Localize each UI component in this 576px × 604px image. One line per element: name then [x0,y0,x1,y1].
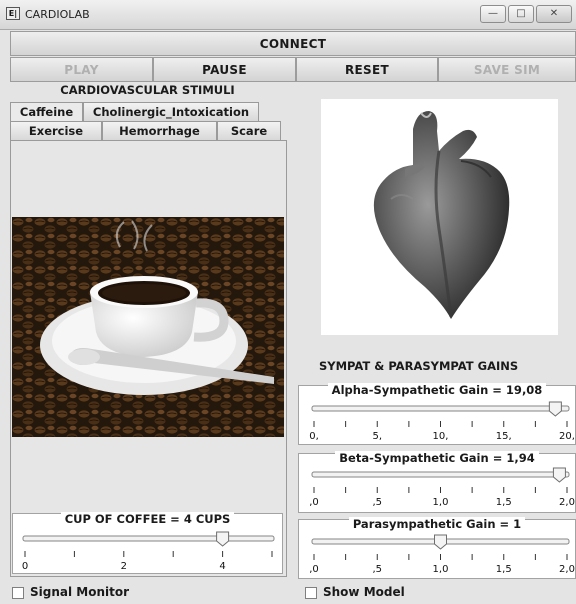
slider-thumb[interactable] [434,534,447,550]
gains-title: SYMPAT & PARASYMPAT GAINS [319,359,519,373]
stimuli-title: CARDIOVASCULAR STIMULI [60,83,235,97]
close-icon: ✕ [549,8,559,19]
slider-tick-label: 1,5 [496,564,512,575]
slider-tick-label: ,5 [372,564,382,575]
slider-tick-label: 2,0 [559,564,575,575]
slider-tick-label: 1,5 [496,497,512,508]
signal-monitor-checkbox[interactable] [12,587,24,599]
tab-exercise[interactable]: Exercise [10,121,102,140]
slider-thumb[interactable] [216,531,230,547]
slider-tick-label: 20, [559,431,575,442]
slider-tick-label: 10, [433,431,449,442]
coffee-slider-title: CUP OF COFFEE = 4 CUPS [60,512,235,526]
slider-thumb[interactable] [552,467,566,483]
slider-track [311,405,570,412]
slider-track [22,535,275,542]
app-icon: E| [6,7,20,20]
slider-thumb[interactable] [548,401,562,417]
slider-tick-label: 15, [496,431,512,442]
slider-tick-label: ,5 [372,497,382,508]
pause-button[interactable]: PAUSE [153,57,296,82]
slider-tick-label: ,0 [309,564,319,575]
maximize-button[interactable]: □ [508,5,534,23]
coffee-slider-box: 0 2 4 CUP OF COFFEE = 4 CUPS [12,512,283,574]
reset-button[interactable]: RESET [296,57,438,82]
slider-tick-label: 1,0 [433,564,449,575]
slider-tick-label: 0, [309,431,319,442]
tab-hemorrhage[interactable]: Hemorrhage [102,121,217,140]
tab-cholinergic-intoxication[interactable]: Cholinergic_Intoxication [83,102,259,121]
slider-tick-label: 2 [121,561,127,572]
alpha-gain-box: 0, 5, 10, 15, 20, Alpha-Sympathetic Gain = 1… [298,383,576,445]
slider-tick-label: 1,0 [433,497,449,508]
beta-gain-box: ,0 ,5 1,0 1,5 2,0 Beta-Sympathetic Gain = 1,… [298,451,576,513]
tab-scare[interactable]: Scare [217,121,281,140]
close-button[interactable]: ✕ [536,5,572,23]
minimize-icon: — [488,8,498,19]
signal-monitor-label: Signal Monitor [30,585,130,599]
slider-tick-label: 0 [22,561,28,572]
slider-track [311,471,570,478]
coffee-cup-image [12,217,284,437]
alpha-gain-title: Alpha-Sympathetic Gain = 19,08 [327,383,547,397]
para-gain-box: ,0 ,5 1,0 1,5 2,0 Parasympathetic Gain = 1 [298,517,576,579]
beta-gain-title: Beta-Sympathetic Gain = 1,94 [335,451,539,465]
maximize-icon: □ [516,8,526,19]
show-model-checkbox[interactable] [305,587,317,599]
play-button[interactable]: PLAY [10,57,153,82]
minimize-button[interactable]: — [480,5,506,23]
save-sim-button[interactable]: SAVE SIM [438,57,576,82]
slider-tick-label: 2,0 [559,497,575,508]
heart-image [321,99,558,335]
slider-tick-label: 4 [219,561,225,572]
slider-tick-label: ,0 [309,497,319,508]
slider-tick-label: 5, [372,431,382,442]
window-title: CARDIOLAB [25,8,90,21]
connect-button[interactable]: CONNECT [10,31,576,56]
show-model-label: Show Model [323,585,405,599]
tab-caffeine[interactable]: Caffeine [10,102,83,121]
para-gain-title: Parasympathetic Gain = 1 [348,517,526,531]
